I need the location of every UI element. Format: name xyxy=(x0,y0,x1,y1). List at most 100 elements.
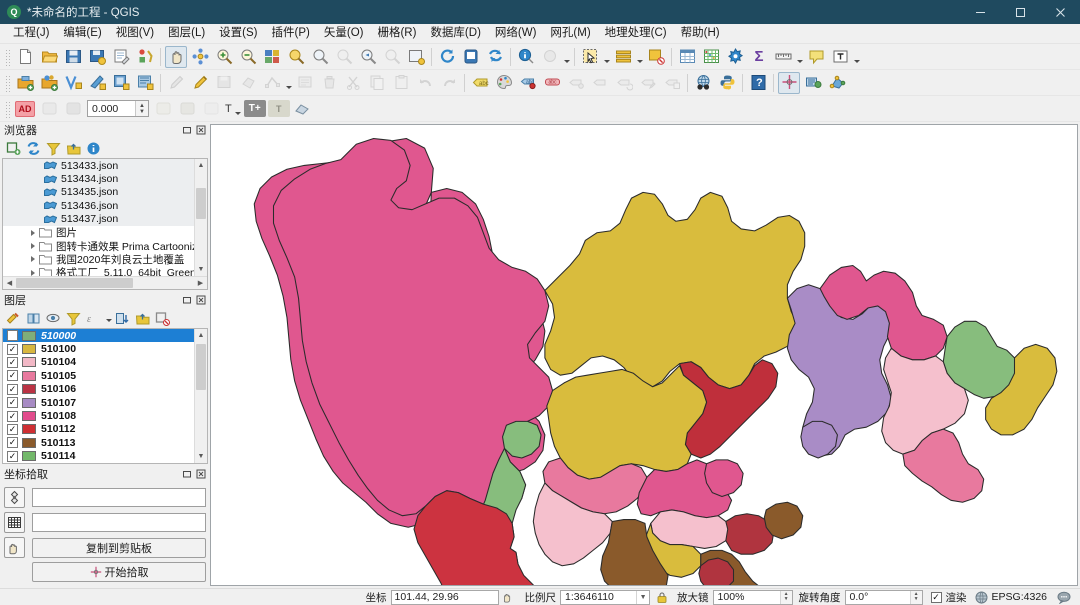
zoom-last-icon[interactable] xyxy=(357,46,379,68)
filter-legend-icon[interactable] xyxy=(64,309,83,327)
layer-visibility-checkbox[interactable]: ✓ xyxy=(7,356,18,368)
crs-label[interactable]: EPSG:4326 xyxy=(992,591,1047,603)
toggle-editing-icon[interactable] xyxy=(189,72,211,94)
copy-features-icon[interactable] xyxy=(366,72,388,94)
distance-spinbox[interactable]: 0.000 ▲ ▼ xyxy=(87,100,149,117)
layer-row-510105[interactable]: ✓ 510105 xyxy=(3,369,194,382)
redo-icon[interactable] xyxy=(438,72,460,94)
layers-tree[interactable]: 510000 ✓ 510100 ✓ 510104 ✓ 510105 ✓ 5101… xyxy=(2,328,208,464)
cut-features-icon[interactable] xyxy=(342,72,364,94)
layer-row-510000[interactable]: 510000 xyxy=(3,329,194,343)
identify-features-icon[interactable] xyxy=(515,46,537,68)
reshape-tool-icon[interactable] xyxy=(292,98,314,120)
scroll-up-button[interactable]: ▲ xyxy=(195,329,207,342)
layer-visibility-checkbox[interactable]: ✓ xyxy=(7,370,18,382)
pin-labels-icon[interactable] xyxy=(565,72,587,94)
move-label-icon[interactable] xyxy=(589,72,611,94)
layer-visibility-checkbox[interactable]: ✓ xyxy=(7,437,18,449)
metasearch-icon[interactable] xyxy=(692,72,714,94)
menu-plugins[interactable]: 插件(P) xyxy=(265,24,317,43)
chevron-down-icon[interactable] xyxy=(852,46,861,68)
add-group-icon[interactable] xyxy=(24,309,43,327)
new-project-icon[interactable] xyxy=(14,46,36,68)
open-attribute-table-icon[interactable] xyxy=(676,46,698,68)
ad2-mode-icon[interactable] xyxy=(176,98,198,120)
browser-float-button[interactable] xyxy=(181,124,193,136)
browser-scroll-area[interactable]: 513433.json 513434.json 513435.json 5134… xyxy=(3,159,194,276)
layer-row-510112[interactable]: ✓ 510112 xyxy=(3,423,194,436)
menu-web[interactable]: 网络(W) xyxy=(488,24,544,43)
save-layer-edits-icon[interactable] xyxy=(213,72,235,94)
menu-mesh[interactable]: 网孔(M) xyxy=(543,24,597,43)
scroll-down-button[interactable]: ▼ xyxy=(195,263,207,276)
browser-properties-icon[interactable] xyxy=(84,139,103,157)
measure-line-icon[interactable] xyxy=(772,46,794,68)
scroll-thumb[interactable] xyxy=(16,278,134,288)
vertex-tool-icon[interactable] xyxy=(261,72,283,94)
scroll-thumb[interactable] xyxy=(196,188,206,220)
collapse-all-layers-icon[interactable] xyxy=(133,309,152,327)
open-project-icon[interactable] xyxy=(38,46,60,68)
magnifier-spinbox[interactable]: 100% ▲ ▼ xyxy=(712,589,793,605)
tree-item[interactable]: 图转卡通效果 Prima Cartoonize 1.2 xyxy=(3,239,194,253)
render-checkbox[interactable]: ✓ xyxy=(930,591,942,603)
coordinate-float-button[interactable] xyxy=(181,468,193,480)
menu-vector[interactable]: 矢量(O) xyxy=(317,24,371,43)
refresh-browser-icon[interactable] xyxy=(24,139,43,157)
scroll-track[interactable] xyxy=(16,277,194,289)
touch-zoom-icon[interactable] xyxy=(460,46,482,68)
messages-icon[interactable] xyxy=(1057,590,1071,604)
scroll-right-button[interactable]: ▶ xyxy=(194,277,207,289)
chevron-down-icon[interactable] xyxy=(562,46,571,68)
python-console-icon[interactable] xyxy=(716,72,738,94)
scroll-down-button[interactable]: ▼ xyxy=(195,450,207,463)
field-calculator-icon[interactable] xyxy=(700,46,722,68)
layer-visibility-checkbox[interactable]: ✓ xyxy=(7,397,18,409)
map-region-513200[interactable] xyxy=(544,191,806,390)
toolbar-grip[interactable] xyxy=(4,99,11,118)
select-features-icon[interactable] xyxy=(579,46,601,68)
list-item[interactable]: 513437.json xyxy=(3,212,194,226)
style-manager-icon[interactable] xyxy=(134,46,156,68)
manage-layer-visibility-icon[interactable] xyxy=(44,309,63,327)
save-project-as-icon[interactable] xyxy=(86,46,108,68)
layers-float-button[interactable] xyxy=(181,294,193,306)
zoom-to-layer-icon[interactable] xyxy=(309,46,331,68)
snap-construction-icon[interactable] xyxy=(152,98,174,120)
current-edits-icon[interactable] xyxy=(165,72,187,94)
canvas-coordinate-input[interactable] xyxy=(32,513,206,532)
zoom-next-icon[interactable] xyxy=(381,46,403,68)
toolbar-grip[interactable] xyxy=(4,47,11,66)
magnifier-stepper[interactable]: ▲ ▼ xyxy=(779,590,792,604)
scroll-thumb[interactable] xyxy=(196,344,206,390)
list-item[interactable]: 513434.json xyxy=(3,172,194,186)
layer-styling-icon[interactable] xyxy=(493,72,515,94)
add-selected-layers-icon[interactable] xyxy=(4,139,23,157)
scale-combo[interactable]: 1:3646110 ▼ xyxy=(560,589,651,605)
select-by-value-icon[interactable] xyxy=(612,46,634,68)
georeferencer-icon[interactable] xyxy=(802,72,824,94)
processing-toolbox-icon[interactable] xyxy=(724,46,746,68)
scroll-track[interactable] xyxy=(195,342,207,450)
rotation-stepper[interactable]: ▲ ▼ xyxy=(909,590,922,604)
label-layer-icon[interactable]: abc xyxy=(469,72,491,94)
layers-close-button[interactable] xyxy=(195,294,207,306)
clipboard-icon[interactable] xyxy=(4,537,25,558)
text-plus-button[interactable]: T+ xyxy=(243,100,266,117)
expand-arrow-icon[interactable] xyxy=(27,256,38,263)
lock-scale-icon[interactable] xyxy=(654,590,669,605)
menu-layer[interactable]: 图层(L) xyxy=(161,24,212,43)
chevron-down-icon[interactable] xyxy=(104,309,113,327)
tree-item[interactable]: 格式工厂_5.11.0_64bit_Green xyxy=(3,266,194,276)
close-button[interactable] xyxy=(1040,0,1080,24)
expand-arrow-icon[interactable] xyxy=(27,269,38,276)
layers-vertical-scrollbar[interactable]: ▲ ▼ xyxy=(194,329,207,463)
chevron-down-icon[interactable] xyxy=(284,72,293,94)
help-contents-icon[interactable]: ? xyxy=(747,72,769,94)
layer-row-510108[interactable]: ✓ 510108 xyxy=(3,409,194,422)
change-label-icon[interactable] xyxy=(637,72,659,94)
maximize-button[interactable] xyxy=(1000,0,1040,24)
scroll-left-button[interactable]: ◀ xyxy=(3,277,16,289)
zoom-to-native-icon[interactable] xyxy=(333,46,355,68)
layer-visibility-checkbox[interactable]: ✓ xyxy=(7,343,18,355)
